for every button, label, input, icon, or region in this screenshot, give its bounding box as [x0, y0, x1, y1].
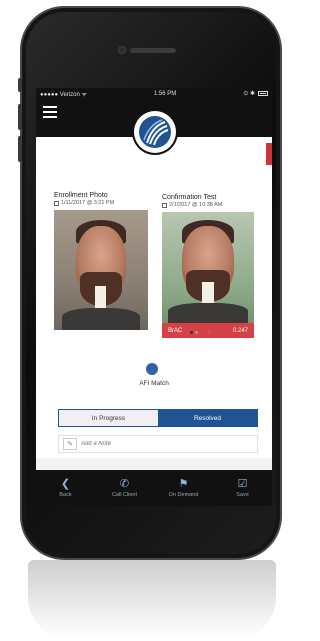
calendar-icon	[54, 200, 59, 206]
edit-note-icon: ✎	[63, 438, 77, 450]
phone-screen: ●●●●● Verizon ᯤ 1:56 PM ⊙ ✱ Enrollment P…	[36, 88, 272, 506]
status-icons: ⊙ ✱	[243, 90, 268, 97]
carrier-label: ●●●●● Verizon ᯤ	[40, 91, 87, 98]
pager-dot[interactable]	[190, 331, 194, 334]
back-button[interactable]: ❮ Back	[41, 477, 91, 498]
call-client-label: Call Client	[111, 491, 138, 498]
enrollment-photo-block: Enrollment Photo 1/11/2017 @ 3:21 PM	[54, 192, 148, 330]
front-camera	[118, 46, 126, 54]
confirmation-title: Confirmation Test	[162, 194, 217, 201]
confirmation-photo-block: Confirmation Test 2/1/2017 @ 10:38 AM Br…	[162, 194, 254, 338]
volume-up-button	[18, 104, 22, 130]
confirmation-date: 2/1/2017 @ 10:38 AM	[162, 202, 254, 208]
volume-down-button	[18, 136, 22, 162]
save-button[interactable]: ☑ Save	[218, 477, 268, 498]
hamburger-menu-icon[interactable]	[43, 106, 57, 118]
status-segmented-control: In Progress Resolved	[58, 409, 258, 427]
phone-icon: ✆	[119, 477, 130, 490]
app-header	[36, 99, 272, 153]
side-alert-tab[interactable]	[266, 143, 272, 165]
afi-match-label: AFI Match	[139, 380, 169, 387]
enrollment-photo-title: Enrollment Photo	[54, 192, 108, 199]
clock: 1:56 PM	[153, 90, 177, 97]
enrollment-date: 1/11/2017 @ 3:21 PM	[54, 200, 148, 206]
status-bar: ●●●●● Verizon ᯤ 1:56 PM ⊙ ✱	[36, 88, 272, 99]
status-misc-icons: ⊙ ✱	[243, 91, 255, 97]
confirmation-date-text: 2/1/2017 @ 10:38 AM	[169, 202, 223, 208]
back-label: Back	[59, 491, 72, 498]
brac-value: 0.247	[232, 327, 248, 334]
enrollment-photo[interactable]	[54, 210, 148, 330]
pager-dots	[190, 331, 199, 334]
call-client-button[interactable]: ✆ Call Client	[100, 477, 150, 498]
pager-prev-icon[interactable]: ‹	[178, 329, 180, 336]
save-label: Save	[236, 491, 249, 498]
pager-next-icon[interactable]: ›	[208, 329, 210, 336]
calendar-icon	[162, 202, 167, 208]
battery-icon	[257, 91, 268, 96]
note-row: ✎	[58, 435, 258, 453]
on-demand-button[interactable]: ⚑ On Demand	[159, 477, 209, 498]
afi-match-indicator	[146, 363, 158, 375]
pager-dot[interactable]	[195, 331, 199, 334]
bottom-toolbar: ❮ Back ✆ Call Client ⚑ On Demand ☑ Save	[36, 470, 272, 506]
confirmation-photo[interactable]: BrAC 0.247	[162, 212, 254, 338]
phone-reflection	[28, 560, 276, 638]
enrollment-date-text: 1/11/2017 @ 3:21 PM	[61, 200, 115, 206]
earpiece-speaker	[130, 48, 176, 53]
note-input[interactable]	[81, 441, 231, 447]
checkbox-icon: ☑	[237, 477, 248, 490]
back-chevron-icon: ❮	[60, 477, 71, 490]
resolved-tab[interactable]: Resolved	[158, 410, 257, 426]
flag-icon: ⚑	[178, 477, 189, 490]
on-demand-label: On Demand	[168, 491, 199, 498]
in-progress-tab[interactable]: In Progress	[59, 410, 158, 426]
company-logo-icon	[134, 111, 176, 153]
photo-pager: ‹ ›	[178, 329, 211, 336]
mute-switch	[18, 78, 22, 92]
main-content: Enrollment Photo 1/11/2017 @ 3:21 PM Con…	[36, 137, 272, 458]
